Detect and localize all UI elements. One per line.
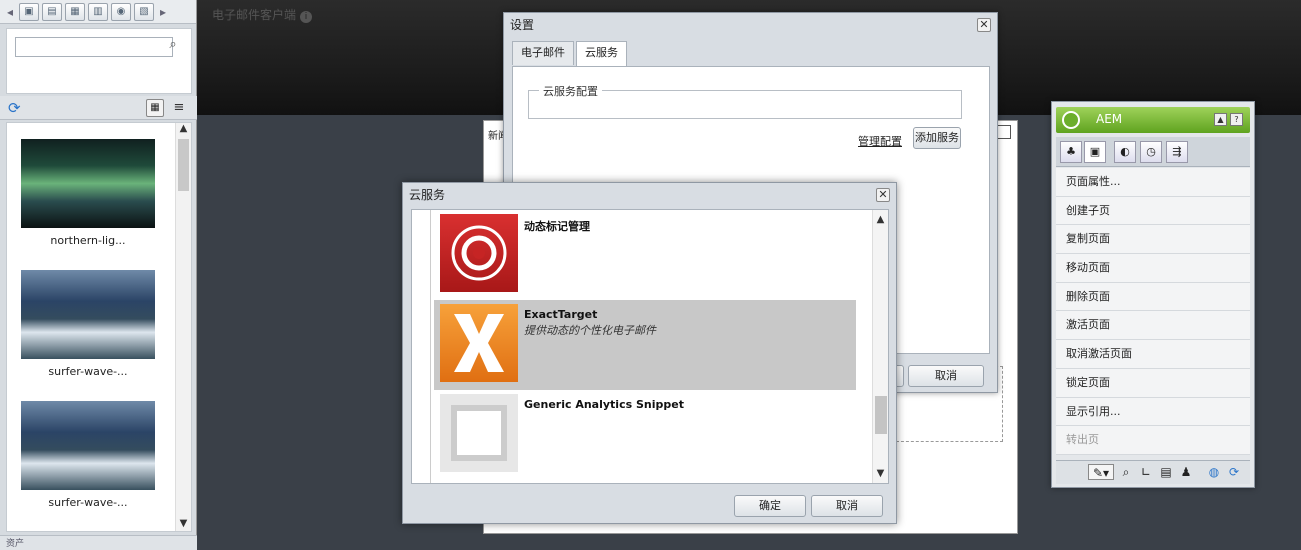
dialog-title: 云服务 — [409, 188, 446, 202]
info-icon[interactable]: i — [300, 11, 313, 23]
tab-email[interactable]: 电子邮件 — [512, 41, 574, 65]
grid-view-icon[interactable]: ▦ — [146, 99, 164, 117]
menu-item-lock-page[interactable]: 锁定页面 — [1056, 368, 1250, 398]
list-item[interactable]: ExactTarget 提供动态的个性化电子邮件 — [434, 300, 856, 390]
list-item[interactable]: surfer-wave-... — [21, 401, 155, 509]
list-item[interactable]: surfer-wave-... — [21, 270, 155, 378]
menu-item-page-properties[interactable]: 页面属性... — [1056, 168, 1250, 197]
scrollbar[interactable]: ▲ ▼ — [872, 210, 888, 483]
add-service-button[interactable]: 添加服务 — [913, 127, 961, 149]
collapse-icon[interactable]: ▲ — [1214, 113, 1227, 126]
scroll-up-icon[interactable]: ▲ — [873, 214, 888, 225]
menu-item-create-child-page[interactable]: 创建子页 — [1056, 196, 1250, 226]
table-icon[interactable]: ▧ — [134, 2, 154, 21]
cancel-button[interactable]: 取消 — [908, 365, 984, 387]
website-admin-icon[interactable]: ◍ — [1206, 464, 1222, 480]
document-icon[interactable]: ▤ — [42, 2, 62, 21]
asset-caption: northern-lig... — [50, 234, 126, 247]
calendar-icon[interactable]: ▥ — [88, 2, 108, 21]
service-description: 提供动态的个性化电子邮件 — [524, 324, 656, 337]
close-icon[interactable]: ✕ — [876, 188, 890, 202]
search-icon[interactable]: ⌕ — [165, 37, 181, 53]
search-area: ⌕ — [6, 28, 192, 94]
cloud-config-fieldset: 云服务配置 — [528, 83, 962, 119]
exacttarget-logo-icon — [440, 304, 518, 382]
content-finder-panel: ◂ ▣ ▤ ▦ ▥ ◉ ▧ ▸ ⌕ ⟳ ▦ ≡ northern-lig... … — [0, 0, 197, 550]
client-context-icon[interactable]: ♟ — [1178, 464, 1194, 480]
tab-bar: 电子邮件 云服务 — [512, 41, 627, 66]
dtm-logo-icon — [440, 214, 518, 292]
dialog-title: 设置 — [510, 18, 535, 32]
asset-thumbnail — [21, 270, 155, 359]
list-item[interactable]: northern-lig... — [21, 139, 155, 247]
scroll-up-icon[interactable]: ▲ — [176, 123, 191, 134]
fieldset-legend: 云服务配置 — [539, 83, 602, 99]
scroll-down-icon[interactable]: ▼ — [873, 468, 888, 479]
list-item[interactable]: Generic Analytics Snippet — [434, 390, 856, 480]
service-name: 动态标记管理 — [524, 220, 590, 233]
components-tab-icon[interactable]: ♣ — [1060, 141, 1082, 163]
menu-item-deactivate-page[interactable]: 取消激活页面 — [1056, 340, 1250, 369]
menu-item-rollout-page: 转出页 — [1056, 426, 1250, 455]
sidekick-title: AEM — [1096, 112, 1123, 126]
information-tab-icon[interactable]: ◐ — [1114, 141, 1136, 163]
tab-cloud-services[interactable]: 云服务 — [576, 41, 627, 66]
scrollbar-thumb[interactable] — [875, 396, 887, 434]
asset-thumbnail — [21, 139, 155, 228]
image-icon[interactable]: ▣ — [19, 2, 39, 21]
panel-footer: 资产 — [0, 535, 197, 550]
manage-config-link[interactable]: 管理配置 — [858, 133, 902, 149]
service-list: 动态标记管理 ExactTarget 提供动态的个性化电子邮件 Generic … — [411, 209, 889, 484]
refresh-icon[interactable]: ⟳ — [1226, 464, 1242, 480]
list-view-icon[interactable]: ≡ — [170, 99, 188, 117]
generic-analytics-logo-icon — [440, 394, 518, 472]
list-item[interactable]: 动态标记管理 — [434, 210, 856, 300]
list-divider — [430, 210, 431, 483]
flash-icon[interactable]: ◉ — [111, 2, 131, 21]
design-mode-icon[interactable]: ∟ — [1138, 464, 1154, 480]
ok-button[interactable]: 确定 — [734, 495, 806, 517]
page-tab-icon[interactable]: ▣ — [1084, 141, 1106, 163]
close-icon[interactable]: ✕ — [977, 18, 991, 32]
service-name: ExactTarget — [524, 308, 598, 321]
aem-logo-icon — [1062, 111, 1080, 129]
preview-icon[interactable]: ⌕ — [1118, 464, 1134, 480]
content-finder-toolbar: ◂ ▣ ▤ ▦ ▥ ◉ ▧ ▸ — [0, 0, 196, 24]
search-input[interactable] — [15, 37, 173, 57]
help-icon[interactable]: ? — [1230, 113, 1243, 126]
menu-item-move-page[interactable]: 移动页面 — [1056, 254, 1250, 283]
checkbox[interactable] — [997, 125, 1011, 139]
scrollbar[interactable]: ▲ ▼ — [175, 123, 191, 531]
asset-caption: surfer-wave-... — [48, 496, 128, 509]
versioning-tab-icon[interactable]: ◷ — [1140, 141, 1162, 163]
menu-item-show-references[interactable]: 显示引用... — [1056, 397, 1250, 427]
aem-sidekick: AEM ▲ ? ♣ ▣ ◐ ◷ ⇶ 页面属性... 创建子页 复制页面 移动页面… — [1051, 101, 1255, 488]
sidekick-footer: ✎▾ ⌕ ∟ ▤ ♟ ◍ ⟳ — [1056, 460, 1250, 484]
page-icon[interactable]: ▦ — [65, 2, 85, 21]
view-toolbar: ⟳ ▦ ≡ — [0, 96, 197, 120]
cancel-button[interactable]: 取消 — [811, 495, 883, 517]
page-title: 电子邮件客户端 i — [212, 6, 313, 23]
forward-arrow-icon[interactable]: ▸ — [157, 5, 169, 19]
menu-item-copy-page[interactable]: 复制页面 — [1056, 225, 1250, 255]
back-arrow-icon[interactable]: ◂ — [4, 5, 16, 19]
asset-thumbnail — [21, 401, 155, 490]
edit-mode-icon[interactable]: ✎▾ — [1088, 464, 1114, 480]
scrollbar-thumb[interactable] — [178, 139, 189, 191]
sidekick-tabs: ♣ ▣ ◐ ◷ ⇶ — [1056, 137, 1250, 167]
menu-item-activate-page[interactable]: 激活页面 — [1056, 311, 1250, 341]
sidekick-header[interactable]: AEM ▲ ? — [1056, 107, 1250, 133]
workflow-tab-icon[interactable]: ⇶ — [1166, 141, 1188, 163]
scroll-down-icon[interactable]: ▼ — [176, 518, 191, 529]
service-name: Generic Analytics Snippet — [524, 398, 684, 411]
cloud-services-dialog: 云服务 ✕ 动态标记管理 ExactTarget 提供动态的个性化电子邮件 Ge… — [402, 182, 897, 524]
asset-caption: surfer-wave-... — [48, 365, 128, 378]
sidekick-menu: 页面属性... 创建子页 复制页面 移动页面 删除页面 激活页面 取消激活页面 … — [1056, 168, 1250, 455]
scaffolding-icon[interactable]: ▤ — [1158, 464, 1174, 480]
asset-list: northern-lig... surfer-wave-... surfer-w… — [6, 122, 192, 532]
menu-item-delete-page[interactable]: 删除页面 — [1056, 282, 1250, 312]
refresh-icon[interactable]: ⟳ — [8, 99, 26, 117]
